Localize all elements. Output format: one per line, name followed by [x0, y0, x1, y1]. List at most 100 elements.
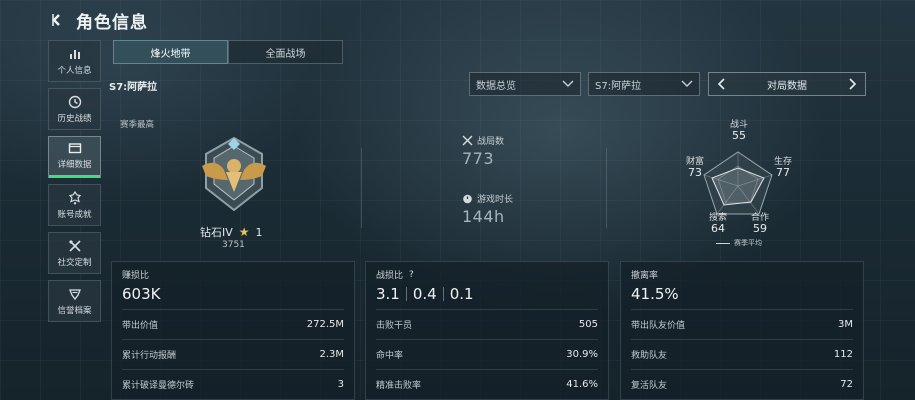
chevron-down-icon [562, 80, 574, 87]
sidebar-item-history[interactable]: 历史战绩 [48, 88, 101, 130]
season-dropdown[interactable]: S7:阿萨拉 [588, 72, 700, 96]
row-value: 112 [833, 349, 853, 360]
back-arrow-icon [52, 14, 60, 26]
matches-label: 战局数 [477, 137, 505, 147]
radar-value-combat: 55 [732, 129, 746, 142]
folder-icon [68, 143, 81, 154]
sidebar-item-personal-info[interactable]: 个人信息 [48, 40, 101, 82]
panel-title: 赚损比 [122, 271, 150, 281]
rank-name: 钻石IV [200, 226, 233, 239]
row-label: 累计行动报酬 [122, 351, 177, 361]
back-button[interactable] [48, 11, 66, 29]
table-row: 带出价值 272.5M [122, 309, 344, 339]
divider [606, 148, 607, 228]
sidebar-item-social[interactable]: 社交定制 [48, 232, 101, 274]
row-label: 击败干员 [376, 321, 413, 331]
matches-stat: 战局数 773 [462, 134, 504, 168]
radar-value-teamwork: 59 [753, 222, 767, 235]
chevron-left-icon [717, 78, 725, 90]
divider [361, 148, 362, 228]
season-label: S7:阿萨拉 [109, 82, 158, 93]
row-label: 累计破译曼德尔砖 [122, 381, 195, 391]
active-indicator [49, 175, 100, 178]
page-title: 角色信息 [76, 12, 148, 33]
pager-label: 对局数据 [767, 80, 807, 92]
ratio-value: 3.1 [376, 285, 400, 303]
table-row: 累计破译曼德尔砖 3 [122, 369, 344, 399]
row-value: 3 [337, 379, 344, 390]
row-label: 带出队友价值 [631, 321, 686, 331]
table-row: 复活队友 72 [631, 369, 853, 399]
sidebar-item-label: 信誉档案 [57, 305, 92, 316]
panel-title: 撤离率 [631, 271, 659, 281]
row-label: 命中率 [376, 351, 404, 361]
pager-next-button[interactable] [845, 76, 861, 92]
radar-value-search: 64 [711, 222, 725, 235]
chevron-right-icon [849, 78, 857, 90]
row-value: 505 [578, 319, 598, 330]
profit-loss-panel: 赚损比 603K 带出价值 272.5M 累计行动报酬 2.3M 累计破译曼德尔砖 3 [111, 261, 355, 400]
help-icon[interactable]: ? [409, 270, 414, 280]
ratio-value: 0.4 [412, 285, 437, 303]
season-best-label: 赛季最高 [120, 120, 155, 130]
ability-radar-chart [703, 151, 773, 215]
radar-legend-label: 赛季平均 [734, 239, 762, 247]
rank-stars: 1 [255, 225, 263, 239]
playtime-label: 游戏时长 [477, 195, 514, 205]
table-row: 带出队友价值 3M [631, 309, 853, 339]
table-row: 命中率 30.9% [376, 339, 598, 369]
mode-tabs: 烽火地带 全面战场 [113, 40, 343, 64]
kill-ratio-panel: 战损比 ? 3.1 0.4 0.1 击败干员 505 命中率 30.9% 精准击败率… [365, 261, 609, 400]
extraction-panel: 撤离率 41.5% 带出队友价值 3M 救助队友 112 复活队友 72 [620, 261, 864, 400]
table-row: 精准击败率 41.6% [376, 369, 598, 399]
row-value: 30.9% [566, 349, 598, 360]
medal-icon [68, 190, 81, 204]
matches-value: 773 [462, 149, 495, 168]
star-icon: ★ [238, 225, 250, 239]
sidebar-item-detailed-data[interactable]: 详细数据 [48, 136, 101, 178]
sidebar-item-credit[interactable]: 信誉档案 [48, 280, 101, 322]
radar-value-survival: 77 [776, 166, 790, 179]
sidebar-item-achievements[interactable]: 账号成就 [48, 184, 101, 226]
extraction-rate-value: 41.5% [631, 285, 679, 303]
sidebar-item-label: 社交定制 [57, 257, 92, 268]
sidebar-item-label: 详细数据 [57, 160, 92, 170]
row-value: 2.3M [319, 349, 344, 360]
rank-badge-icon [202, 136, 266, 212]
bar-chart-icon [69, 49, 80, 59]
table-row: 救助队友 112 [631, 339, 853, 369]
sidebar-item-label: 账号成就 [57, 209, 92, 220]
crossed-swords-icon [462, 135, 473, 146]
ratio-separator [405, 287, 407, 301]
row-label: 带出价值 [122, 321, 159, 331]
data-overview-dropdown[interactable]: 数据总览 [469, 72, 581, 96]
dropdown-value: 数据总览 [476, 80, 516, 92]
table-row: 累计行动报酬 2.3M [122, 339, 344, 369]
row-label: 复活队友 [631, 381, 668, 391]
sidebar-item-label: 个人信息 [57, 65, 92, 76]
tab-hazard-zone[interactable]: 烽火地带 [113, 40, 228, 64]
row-value: 3M [838, 319, 853, 330]
sidebar: 个人信息 历史战绩 详细数据 账号成就 社交定制 信誉档案 [48, 40, 101, 322]
playtime-value: 144h [462, 207, 505, 226]
stopwatch-icon [463, 194, 472, 204]
row-label: 精准击败率 [376, 381, 422, 391]
table-row: 击败干员 505 [376, 309, 598, 339]
ratio-separator [442, 287, 444, 301]
legend-line [716, 242, 730, 244]
kill-ratios: 3.1 0.4 0.1 [376, 283, 598, 305]
playtime-stat: 游戏时长 144h [462, 192, 513, 226]
rank-score: 3751 [222, 240, 245, 250]
tab-full-battlefield[interactable]: 全面战场 [228, 40, 343, 64]
chevron-down-icon [681, 80, 693, 87]
row-value: 272.5M [306, 319, 344, 330]
row-label: 救助队友 [631, 351, 668, 361]
radar-legend: 赛季平均 [716, 238, 762, 248]
header: 角色信息 [48, 8, 148, 33]
pager-prev-button[interactable] [713, 76, 729, 92]
ratio-value: 0.1 [449, 285, 474, 303]
profit-loss-value: 603K [122, 285, 161, 303]
rank-info: 钻石IV ★ 1 [200, 224, 263, 240]
row-value: 72 [840, 379, 853, 390]
diamond-shield-icon [68, 288, 81, 300]
